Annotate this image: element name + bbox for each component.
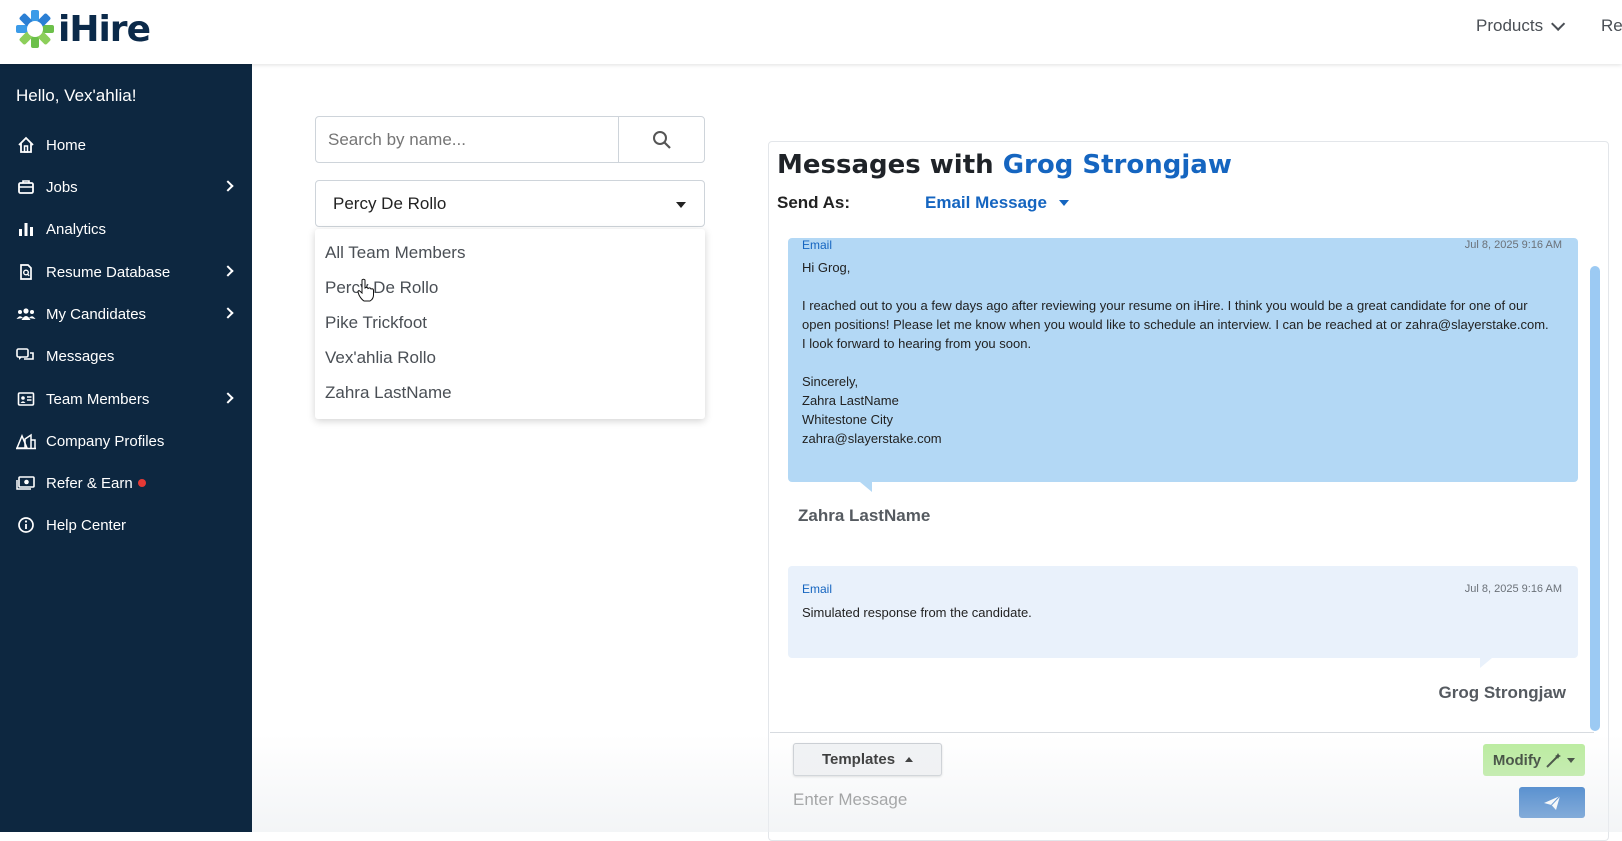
send-as-label: Send As:	[777, 193, 851, 212]
dropdown-option[interactable]: All Team Members	[325, 243, 465, 263]
message-timestamp: Jul 8, 2025 9:16 AM	[1464, 583, 1562, 595]
logo-text: iHire	[58, 8, 151, 50]
logo-gear-icon	[16, 10, 54, 48]
send-button[interactable]	[1519, 787, 1585, 818]
message-line: zahra@slayerstake.com	[802, 431, 942, 446]
thread-scrollbar[interactable]	[1590, 266, 1600, 731]
sidebar-item-label: Help Center	[46, 516, 127, 534]
chevron-right-icon	[222, 392, 234, 404]
products-menu[interactable]: Products	[1476, 16, 1566, 36]
message-bubble-received: Email Jul 8, 2025 9:16 AM Simulated resp…	[788, 566, 1578, 658]
buildings-icon	[16, 431, 36, 451]
sidebar-item-team-members[interactable]: Team Members	[16, 384, 238, 414]
message-line: Hi Grog,	[802, 260, 851, 275]
sidebar-item-messages[interactable]: Messages	[16, 341, 238, 371]
sidebar-item-label: Analytics	[46, 220, 107, 238]
info-icon	[16, 515, 36, 535]
sidebar-item-label: Team Members	[46, 390, 150, 408]
dropdown-option[interactable]: Zahra LastName	[325, 383, 452, 403]
hand-cursor-icon	[357, 278, 374, 302]
sidebar-item-jobs[interactable]: Jobs	[16, 172, 238, 202]
sidebar-item-label: My Candidates	[46, 305, 147, 323]
modify-button[interactable]: Modify	[1483, 744, 1585, 776]
templates-button[interactable]: Templates	[793, 743, 942, 776]
id-card-icon	[16, 389, 36, 409]
search-icon	[652, 130, 671, 149]
sidebar-item-home[interactable]: Home	[16, 130, 238, 160]
candidate-search	[315, 116, 705, 163]
composer-divider	[770, 732, 1594, 733]
dropdown-option[interactable]: Percy De Rollo	[325, 278, 438, 298]
message-line: open positions! Please let me know when …	[802, 317, 1549, 332]
message-input[interactable]	[793, 785, 1393, 815]
message-line: Simulated response from the candidate.	[802, 605, 1032, 620]
products-label: Products	[1476, 16, 1544, 35]
sidebar-item-label: Messages	[46, 347, 115, 365]
search-input[interactable]	[316, 117, 618, 162]
title-prefix: Messages with	[777, 150, 994, 180]
chevron-right-icon	[222, 307, 234, 319]
dropdown-option[interactable]: Vex'ahlia Rollo	[325, 348, 436, 368]
chevron-down-icon	[1551, 16, 1566, 31]
top-bar: iHire Products Res	[0, 0, 1622, 64]
sidebar-item-my-candidates[interactable]: My Candidates	[16, 299, 238, 329]
message-sender: Grog Strongjaw	[1438, 683, 1567, 702]
page-title: Messages with Grog Strongjaw	[777, 150, 1232, 180]
resources-menu[interactable]: Res	[1601, 16, 1622, 36]
sidebar-item-label: Company Profiles	[46, 432, 165, 450]
sidebar-item-label: Refer & Earn	[46, 474, 133, 492]
sidebar-item-help-center[interactable]: Help Center	[16, 510, 238, 540]
magic-wand-icon	[1546, 753, 1562, 768]
message-type: Email	[802, 238, 833, 252]
candidate-name-link[interactable]: Grog Strongjaw	[1003, 150, 1232, 180]
search-button[interactable]	[618, 117, 704, 162]
paper-plane-icon	[1544, 795, 1561, 810]
message-line: Sincerely,	[802, 374, 859, 389]
people-icon	[16, 304, 36, 324]
sidebar-item-label: Home	[46, 136, 87, 154]
message-type: Email	[802, 582, 833, 596]
message-line: I look forward to hearing from you soon.	[802, 336, 1032, 351]
templates-label: Templates	[821, 751, 896, 768]
sidebar-item-resume-database[interactable]: Resume Database	[16, 257, 238, 287]
message-line: Zahra LastName	[802, 393, 899, 408]
sidebar-item-analytics[interactable]: Analytics	[16, 214, 238, 244]
sidebar-item-company-profiles[interactable]: Company Profiles	[16, 426, 238, 456]
document-search-icon	[16, 262, 36, 282]
message-line: I reached out to you a few days ago afte…	[802, 298, 1528, 313]
caret-down-icon	[1567, 757, 1576, 763]
notification-dot	[137, 479, 146, 487]
chevron-right-icon	[222, 265, 234, 277]
message-thread[interactable]: Email Jul 8, 2025 9:16 AM Hi Grog, I rea…	[770, 238, 1596, 731]
sidebar-item-label: Resume Database	[46, 263, 171, 281]
send-as-value: Email Message	[925, 193, 1047, 212]
resources-label: Res	[1601, 16, 1622, 35]
caret-down-icon	[1058, 200, 1069, 206]
team-member-select[interactable]: Percy De Rollo	[315, 180, 705, 227]
caret-down-icon	[676, 202, 686, 208]
send-as-dropdown[interactable]: Email Message	[925, 193, 1069, 213]
dropdown-option[interactable]: Pike Trickfoot	[325, 313, 427, 333]
message-line: Whitestone City	[802, 412, 894, 427]
message-sender: Zahra LastName	[798, 506, 931, 525]
chevron-right-icon	[222, 180, 234, 192]
message-timestamp: Jul 8, 2025 9:16 AM	[1464, 239, 1562, 251]
caret-up-icon	[905, 757, 914, 762]
home-icon	[16, 135, 36, 155]
bubble-tail	[1480, 658, 1492, 668]
sidebar-item-label: Jobs	[46, 178, 78, 196]
greeting: Hello, Vex'ahlia!	[16, 86, 137, 105]
team-member-dropdown: All Team Members Percy De Rollo Pike Tri…	[315, 229, 705, 419]
bubble-tail	[860, 482, 872, 492]
selected-team-member: Percy De Rollo	[333, 193, 447, 213]
chat-icon	[16, 346, 36, 366]
briefcase-icon	[16, 177, 36, 197]
cash-icon	[16, 473, 36, 493]
bar-chart-icon	[16, 219, 36, 239]
ihire-logo[interactable]: iHire	[14, 8, 151, 50]
message-bubble-sent: Email Jul 8, 2025 9:16 AM Hi Grog, I rea…	[788, 238, 1578, 482]
sidebar-item-refer-earn[interactable]: Refer & Earn	[16, 468, 238, 498]
modify-label: Modify	[1492, 751, 1542, 769]
